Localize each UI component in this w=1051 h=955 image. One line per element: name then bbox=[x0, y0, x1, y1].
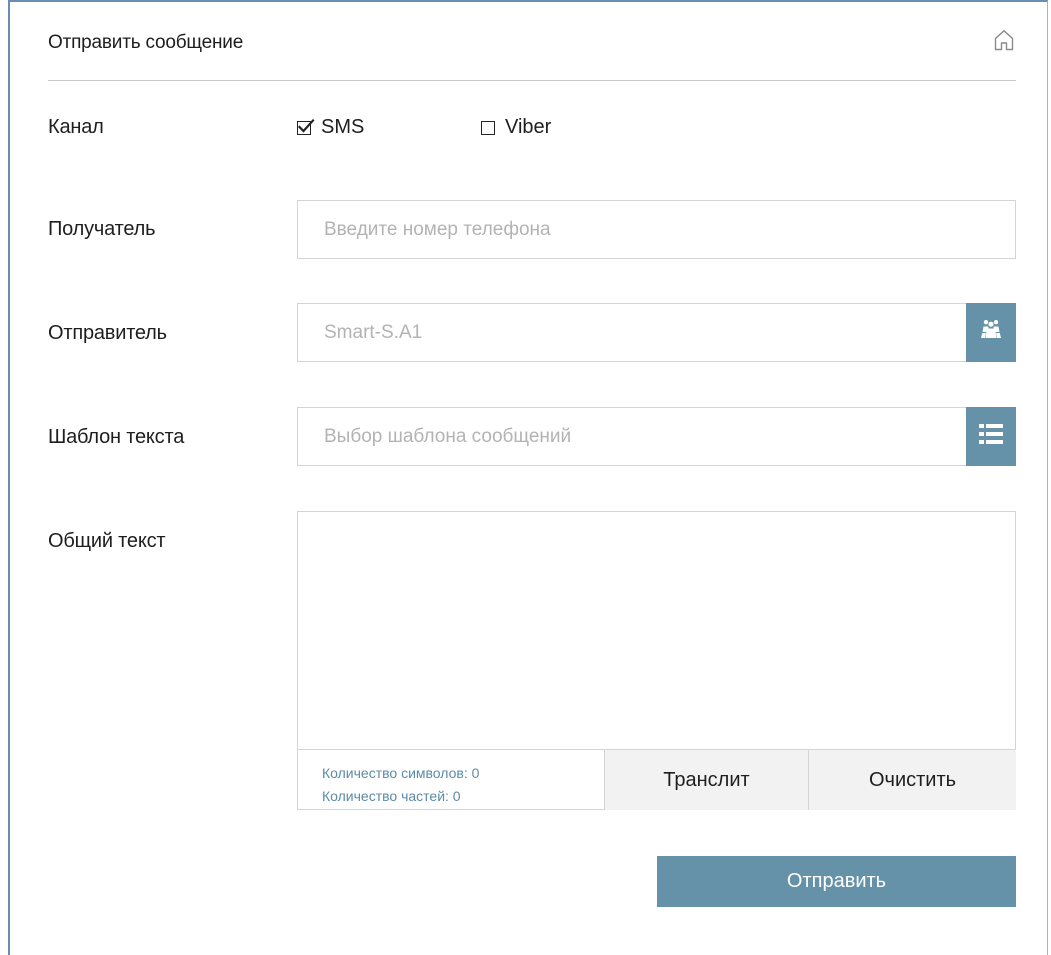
recipient-input[interactable] bbox=[298, 201, 898, 258]
checkbox-unchecked-icon bbox=[481, 120, 495, 135]
channel-viber-checkbox[interactable]: Viber bbox=[481, 116, 551, 139]
message-label: Общий текст bbox=[48, 530, 166, 552]
recipient-field bbox=[297, 200, 1016, 259]
group-icon bbox=[979, 319, 1003, 346]
panel-header: Отправить сообщение bbox=[48, 2, 1016, 81]
channel-sms-checkbox[interactable]: SMS bbox=[297, 116, 364, 139]
send-message-panel: Отправить сообщение Канал SMS Viber Полу… bbox=[8, 0, 1048, 955]
translit-button[interactable]: Транслит bbox=[604, 750, 808, 810]
checkbox-checked-icon bbox=[297, 118, 315, 135]
channel-label: Канал bbox=[48, 116, 104, 138]
template-input[interactable] bbox=[298, 408, 898, 465]
sender-field bbox=[297, 303, 1016, 362]
channel-sms-label: SMS bbox=[321, 116, 365, 138]
send-button[interactable]: Отправить bbox=[657, 856, 1016, 907]
clear-button[interactable]: Очистить bbox=[808, 750, 1016, 810]
sender-select-button[interactable] bbox=[966, 303, 1016, 362]
channel-viber-label: Viber bbox=[505, 116, 552, 138]
page-title: Отправить сообщение bbox=[48, 32, 244, 53]
message-textarea[interactable] bbox=[298, 512, 1015, 749]
template-field bbox=[297, 407, 1016, 466]
sender-input[interactable] bbox=[298, 304, 898, 361]
home-icon[interactable] bbox=[992, 28, 1016, 52]
list-icon bbox=[979, 424, 1003, 449]
template-select-button[interactable] bbox=[966, 407, 1016, 466]
message-counters: Количество символов: 0 Количество частей… bbox=[297, 750, 604, 810]
message-toolbar: Количество символов: 0 Количество частей… bbox=[297, 749, 1016, 810]
char-count: Количество символов: 0 bbox=[322, 765, 480, 781]
recipient-label: Получатель bbox=[48, 218, 156, 240]
sender-label: Отправитель bbox=[48, 322, 167, 344]
parts-count: Количество частей: 0 bbox=[322, 788, 461, 804]
template-label: Шаблон текста bbox=[48, 426, 185, 448]
message-box: Количество символов: 0 Количество частей… bbox=[297, 511, 1016, 810]
